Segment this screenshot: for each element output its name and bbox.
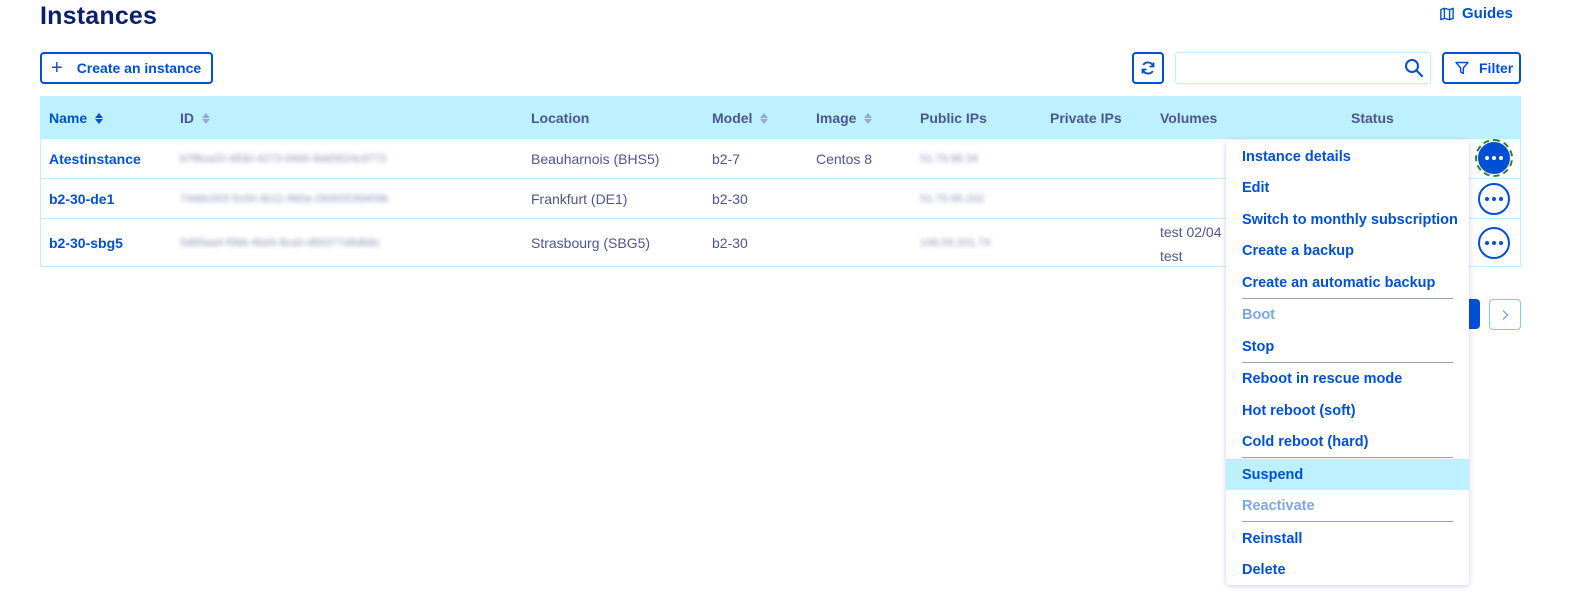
column-header-label: Public IPs [920,110,987,126]
menu-item-suspend[interactable]: Suspend [1226,459,1469,490]
column-header-image[interactable]: Image [816,110,873,126]
column-header-name[interactable]: Name [49,110,104,126]
menu-item-boot: Boot [1242,306,1276,323]
more-actions-icon[interactable] [1478,227,1510,259]
column-header-label: ID [180,110,194,126]
sort-icon [760,112,769,124]
more-actions-icon[interactable] [1475,139,1513,177]
menu-divider [1242,521,1453,522]
instance-name-link[interactable]: Atestinstance [49,151,141,167]
plus-icon: + [51,57,63,79]
instance-name-link[interactable]: b2-30-sbg5 [49,235,123,251]
menu-item-reactivate: Reactivate [1242,497,1315,514]
sort-icon [202,112,210,124]
page-title: Instances [40,2,158,30]
refresh-button[interactable] [1132,52,1164,84]
guides-link[interactable]: Guides [1440,5,1513,22]
column-header-label: Location [531,110,590,126]
instance-location: Beauharnois (BHS5) [531,151,660,167]
sort-icon [864,112,873,124]
menu-item-switch-monthly[interactable]: Switch to monthly subscription [1226,204,1469,235]
menu-item-edit[interactable]: Edit [1226,172,1469,203]
menu-item-hot-reboot[interactable]: Hot reboot (soft) [1226,395,1469,426]
menu-item-stop[interactable]: Stop [1226,331,1469,362]
instance-volume: test [1160,248,1183,264]
create-instance-label: Create an instance [76,60,202,76]
column-header-location: Location [531,110,589,126]
menu-item-cold-reboot[interactable]: Cold reboot (hard) [1226,426,1469,457]
filter-button[interactable]: Filter [1442,52,1521,84]
instance-public-ip: 51.75.95.202 [920,193,985,205]
instance-volume: test 02/04 [1160,224,1222,240]
instance-id: 74ddc003-5c00-4b11-960a-26000539409b [180,193,389,205]
create-instance-button[interactable]: + Create an instance [40,52,213,84]
filter-icon [1455,61,1469,75]
sort-icon [95,112,104,124]
menu-divider [1242,457,1453,458]
menu-item-instance-details[interactable]: Instance details [1226,141,1469,172]
column-header-model[interactable]: Model [712,110,769,126]
filter-label: Filter [1479,60,1514,76]
column-header-id[interactable]: ID [180,110,210,126]
menu-item-reinstall[interactable]: Reinstall [1226,523,1469,554]
chevron-right-icon [1502,309,1509,320]
column-header-label: Volumes [1160,110,1218,126]
column-header-label: Name [49,110,88,126]
column-header-label: Image [816,110,857,126]
column-header-private-ips: Private IPs [1050,110,1122,126]
search-icon[interactable] [1404,58,1424,78]
instance-id: b7f8ca20-4830-4273-9466-8dd3624cd773 [180,153,387,165]
instance-location: Strasbourg (SBG5) [531,235,651,251]
instance-image: Centos 8 [816,151,873,167]
column-header-label: Private IPs [1050,110,1122,126]
refresh-icon [1141,61,1155,75]
instance-public-ip: 51.79.86.34 [920,153,979,165]
instance-name-link[interactable]: b2-30-de1 [49,191,114,207]
instance-public-ip: 146.59.201.74 [920,237,991,249]
menu-item-reboot-rescue[interactable]: Reboot in rescue mode [1226,363,1469,394]
menu-item-create-automatic-backup[interactable]: Create an automatic backup [1226,267,1469,298]
guides-book-icon [1440,7,1454,20]
instance-model: b2-30 [712,191,748,207]
more-actions-icon[interactable] [1478,183,1510,215]
guides-label: Guides [1462,5,1513,22]
search-input[interactable] [1176,53,1396,83]
instance-model: b2-7 [712,151,741,167]
instance-actions-menu: Instance details Edit Switch to monthly … [1226,140,1469,585]
table-header: Name ID Location Model Image Public IPs … [41,97,1520,138]
instance-model: b2-30 [712,235,748,251]
column-header-status: Status [1351,110,1394,126]
menu-item-create-backup[interactable]: Create a backup [1226,235,1469,266]
column-header-label: Model [712,110,753,126]
menu-item-delete[interactable]: Delete [1226,554,1469,585]
search-field[interactable] [1175,52,1431,84]
instance-location: Frankfurt (DE1) [531,191,628,207]
instance-id: 5d85aa4-f0bb-4bd4-8ca0-d60377d6db8c [180,237,381,249]
column-header-public-ips: Public IPs [920,110,987,126]
column-header-volumes: Volumes [1160,110,1217,126]
column-header-label: Status [1351,110,1394,126]
pagination-next-button[interactable] [1489,299,1521,330]
